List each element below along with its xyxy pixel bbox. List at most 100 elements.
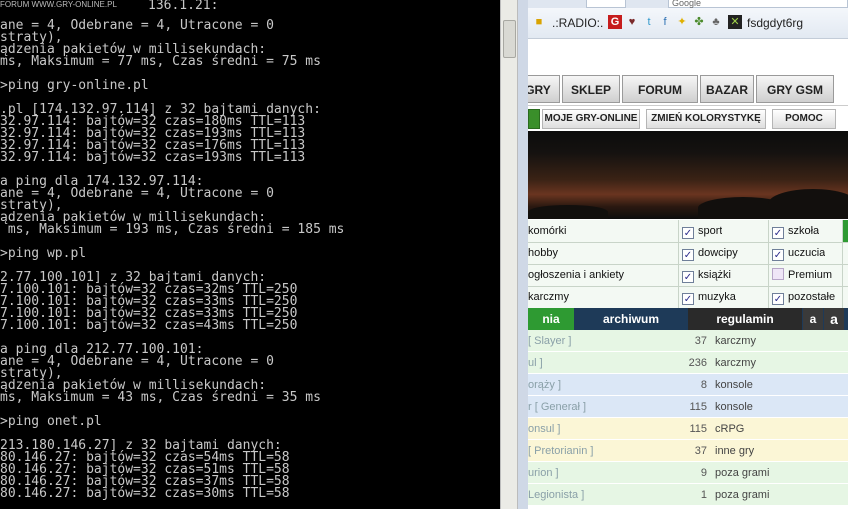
user-name-link[interactable]: ul ]: [528, 352, 543, 374]
category-label: pozostałe: [788, 291, 836, 303]
category-option[interactable]: ✓ uczucia: [772, 242, 825, 264]
console-line: >ping wp.pl: [0, 246, 87, 261]
folder-icon[interactable]: ■: [532, 15, 546, 29]
user-name-link[interactable]: [ Slayer ]: [528, 330, 571, 352]
console-line: ms, Maksimum = 77 ms, Czas średni = 75 m…: [0, 54, 321, 69]
category-option[interactable]: ✓ szkoła: [772, 220, 819, 242]
list-item[interactable]: orąży ] 8 konsole: [528, 374, 848, 396]
category-option[interactable]: Premium: [772, 264, 832, 286]
nav-bazar[interactable]: BAZAR: [700, 75, 754, 103]
nav-sklep[interactable]: SKLEP: [562, 75, 620, 103]
list-item[interactable]: [ Pretorianin ] 37 inne gry: [528, 440, 848, 462]
bookmark-user[interactable]: fsdgdyt6rg: [747, 15, 803, 31]
category-checkbox[interactable]: ✓: [772, 293, 784, 305]
tab-archiwum[interactable]: archiwum: [575, 308, 687, 330]
console-line: 80.146.27: bajtów=32 czas=30ms TTL=58: [0, 486, 290, 501]
scrollbar-thumb[interactable]: [503, 20, 516, 58]
post-count: 37: [694, 335, 707, 347]
tab-regulamin[interactable]: regulamin: [688, 308, 802, 330]
category-option[interactable]: ogłoszenia i ankiety: [528, 264, 624, 286]
tree-icon[interactable]: ♣: [709, 15, 723, 29]
facebook-icon[interactable]: f: [658, 15, 672, 29]
post-count: 8: [700, 379, 707, 391]
font-size-large-button[interactable]: a: [824, 308, 844, 330]
bookmark-radio[interactable]: .:RADIO:.: [552, 15, 603, 31]
list-item[interactable]: [ Slayer ] 37 karczmy: [528, 330, 848, 352]
forum-watermark: FORUM WWW.GRY-ONLINE.PL: [0, 0, 117, 9]
user-name-link[interactable]: [ Pretorianin ]: [528, 440, 593, 462]
list-item[interactable]: Legionista ] 1 poza grami: [528, 484, 848, 506]
window-border: [518, 0, 528, 509]
post-count: 236: [688, 357, 707, 369]
category-label: szkoła: [788, 225, 820, 237]
category-option[interactable]: karczmy: [528, 286, 569, 308]
subnav-moje-gry-online[interactable]: MOJE GRY-ONLINE: [542, 109, 640, 129]
console-line: ms, Maksimum = 193 ms, Czas średni = 185…: [0, 222, 345, 237]
category-option[interactable]: ✓ sport: [682, 220, 722, 242]
user-name-link[interactable]: Legionista ]: [528, 484, 584, 506]
font-size-small-button[interactable]: a: [803, 308, 823, 330]
category-checkbox[interactable]: ✓: [682, 293, 694, 305]
clover-icon[interactable]: ✤: [692, 15, 706, 29]
page-top-margin: [528, 39, 848, 73]
list-item[interactable]: ul ] 236 karczmy: [528, 352, 848, 374]
list-item[interactable]: urion ] 9 poza grami: [528, 462, 848, 484]
category-option[interactable]: ✓ muzyka: [682, 286, 736, 308]
console-scrollbar[interactable]: [500, 0, 518, 509]
user-name-link[interactable]: onsul ]: [528, 418, 560, 440]
forum-category: poza grami: [715, 489, 770, 501]
subnav-zmien-kolorystyke[interactable]: ZMIEŃ KOLORYSTYKĘ: [646, 109, 766, 129]
sub-navigation: MOJE GRY-ONLINE ZMIEŃ KOLORYSTYKĘ POMOC: [528, 105, 848, 131]
user-name-link[interactable]: orąży ]: [528, 374, 561, 396]
list-item[interactable]: onsul ] 115 cRPG: [528, 418, 848, 440]
forum-category: konsole: [715, 379, 753, 391]
category-option[interactable]: komórki: [528, 220, 567, 242]
console-line: 7.100.101: bajtów=32 czas=43ms TTL=250: [0, 318, 298, 333]
user-name-link[interactable]: urion ]: [528, 462, 559, 484]
category-option[interactable]: ✓ książki: [682, 264, 731, 286]
post-count: 115: [689, 423, 707, 435]
post-count: 1: [700, 489, 707, 501]
forum-category: karczmy: [715, 357, 756, 369]
category-checkbox[interactable]: ✓: [682, 227, 694, 239]
forum-category: karczmy: [715, 335, 756, 347]
toolbar-button-stub[interactable]: [586, 0, 626, 8]
command-prompt-window: FORUM WWW.GRY-ONLINE.PL 136.1.21: ane = …: [0, 0, 500, 509]
list-item[interactable]: r [ Generał ] 115 konsole: [528, 396, 848, 418]
category-label: ogłoszenia i ankiety: [528, 269, 625, 281]
console-line: ms, Maksimum = 43 ms, Czas średni = 35 m…: [0, 390, 321, 405]
bookmarks-bar: ■ .:RADIO:. G ♥ t f ✦ ✤ ♣ ✕ fsdgdyt6rg: [528, 8, 848, 39]
category-option[interactable]: ✓ pozostałe: [772, 286, 835, 308]
user-name-link[interactable]: r [ Generał ]: [528, 396, 586, 418]
category-checkbox[interactable]: ✓: [682, 271, 694, 283]
category-checkbox[interactable]: ✓: [682, 249, 694, 261]
lightbulb-icon[interactable]: ✦: [675, 15, 689, 29]
category-option[interactable]: hobby: [528, 242, 558, 264]
twitter-icon[interactable]: t: [642, 15, 656, 29]
search-box[interactable]: Google: [668, 0, 848, 8]
forum-category: konsole: [715, 401, 753, 413]
forum-category: inne gry: [715, 445, 755, 457]
gry-online-icon[interactable]: G: [608, 15, 622, 29]
forum-category: cRPG: [715, 423, 745, 435]
browser-window: Google ■ .:RADIO:. G ♥ t f ✦ ✤ ♣ ✕ fsdgd…: [528, 0, 848, 509]
category-label: Premium: [788, 269, 833, 281]
heart-icon[interactable]: ♥: [625, 15, 639, 29]
category-checkbox[interactable]: [772, 268, 784, 280]
subnav-pomoc[interactable]: POMOC: [772, 109, 836, 129]
nav-gry[interactable]: GRY: [528, 75, 560, 103]
category-checkbox[interactable]: ✓: [772, 249, 784, 261]
forum-tabs: nia archiwum regulamin a a: [528, 308, 848, 330]
category-label: książki: [698, 269, 732, 281]
tab-main[interactable]: nia: [528, 308, 574, 330]
category-option[interactable]: ✓ dowcipy: [682, 242, 738, 264]
category-label: uczucia: [788, 247, 826, 259]
category-label: muzyka: [698, 291, 736, 303]
category-marker: [843, 220, 848, 242]
subnav-arrow-icon: [528, 109, 540, 129]
app-icon[interactable]: ✕: [728, 15, 742, 29]
category-checkbox[interactable]: ✓: [772, 227, 784, 239]
nav-gry-gsm[interactable]: GRY GSM: [756, 75, 834, 103]
nav-forum[interactable]: FORUM: [622, 75, 698, 103]
forum-user-list: [ Slayer ] 37 karczmy ul ] 236 karczmy orąży ]…: [528, 330, 848, 509]
